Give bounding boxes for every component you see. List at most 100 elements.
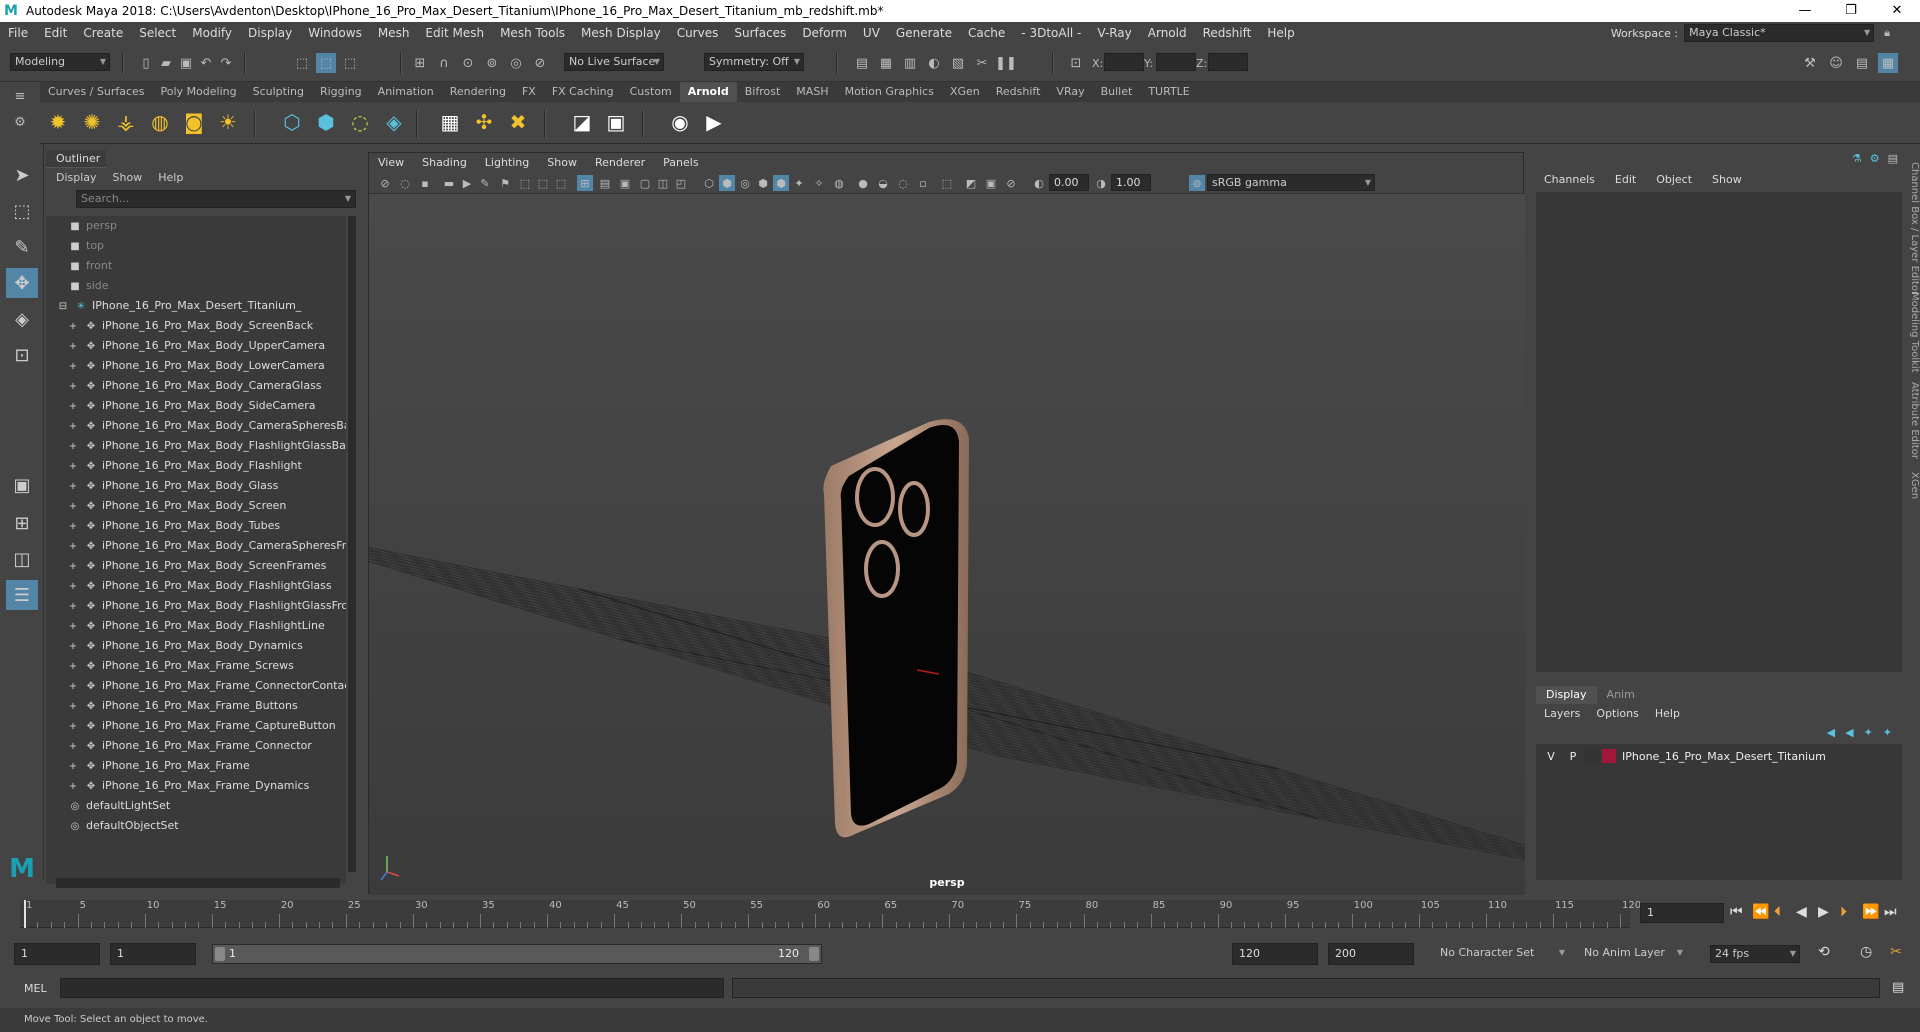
outliner-search-input[interactable]: Search... ▼ — [76, 190, 356, 208]
outliner-mesh-row[interactable]: + ✥ iPhone_16_Pro_Max_Body_CameraSpheresBa… — [46, 416, 346, 436]
menu-item[interactable]: Curves — [669, 22, 727, 44]
outliner-mesh-row[interactable]: + ✥ iPhone_16_Pro_Max_Frame — [46, 756, 346, 776]
exposure-reset-icon[interactable]: ⊘ — [1003, 175, 1019, 191]
shelf-tab[interactable]: TURTLE — [1140, 82, 1197, 102]
outliner-mesh-row[interactable]: + ✥ iPhone_16_Pro_Max_Frame_ConnectorConta… — [46, 676, 346, 696]
z-field[interactable] — [1208, 53, 1248, 71]
expand-icon[interactable]: + — [66, 517, 80, 536]
fps-dropdown[interactable]: 24 fps — [1710, 945, 1800, 963]
shelf-tab[interactable]: Arnold — [679, 82, 737, 102]
collapse-icon[interactable]: ⊟ — [56, 297, 70, 316]
ai-skydome-light-icon[interactable]: ◍ — [146, 108, 174, 136]
ai-tx-manager-icon[interactable]: ✣ — [470, 108, 498, 136]
outliner-mesh-row[interactable]: + ✥ iPhone_16_Pro_Max_Body_CameraGlass — [46, 376, 346, 396]
expand-icon[interactable]: + — [66, 597, 80, 616]
expand-icon[interactable]: + — [66, 417, 80, 436]
layer-menu-item[interactable]: Help — [1647, 704, 1688, 724]
anim-tab[interactable]: Anim — [1597, 686, 1645, 704]
ai-volume-icon[interactable]: ⬢ — [312, 108, 340, 136]
new-scene-icon[interactable]: ▯ — [136, 53, 156, 73]
menu-item[interactable]: Edit Mesh — [417, 22, 492, 44]
shelf-tab[interactable]: Rigging — [312, 82, 370, 102]
current-time-indicator[interactable] — [24, 900, 26, 928]
xray-joints-icon[interactable]: ▫ — [915, 175, 931, 191]
outliner-camera-row[interactable]: ■ persp — [46, 216, 346, 236]
outliner-mesh-row[interactable]: + ✥ iPhone_16_Pro_Max_Frame_Buttons — [46, 696, 346, 716]
menu-item[interactable]: Edit — [36, 22, 75, 44]
channel-menu-item[interactable]: Channels — [1534, 170, 1605, 190]
shelf-tab[interactable]: Redshift — [988, 82, 1049, 102]
exposure-icon[interactable]: ◐ — [1031, 175, 1047, 191]
step-back-icon[interactable]: ⏪ — [1752, 904, 1769, 920]
outliner-mesh-row[interactable]: + ✥ iPhone_16_Pro_Max_Body_Dynamics — [46, 636, 346, 656]
loop-icon[interactable]: ⟲ — [1818, 944, 1830, 960]
expand-icon[interactable]: + — [66, 577, 80, 596]
menu-item[interactable]: - 3DtoAll - — [1013, 22, 1089, 44]
redo-icon[interactable]: ↷ — [216, 53, 236, 73]
script-editor-icon[interactable]: ▤ — [1892, 980, 1904, 995]
arnold-render-icon[interactable]: ✂ — [972, 53, 992, 73]
side-tab[interactable]: Channel Box / Layer Editor — [1906, 162, 1920, 295]
layer-menu-item[interactable]: Layers — [1536, 704, 1588, 724]
viewport-menu-item[interactable]: View — [369, 153, 413, 172]
play-back-icon[interactable]: ◀ — [1796, 904, 1807, 920]
maximize-button[interactable]: ❐ — [1828, 0, 1874, 22]
expand-icon[interactable]: + — [66, 457, 80, 476]
command-input[interactable] — [60, 978, 724, 998]
outliner-mesh-row[interactable]: + ✥ iPhone_16_Pro_Max_Body_CameraSpheresFr… — [46, 536, 346, 556]
render-settings-icon[interactable]: ▥ — [900, 53, 920, 73]
colorspace-dropdown[interactable]: sRGB gamma — [1207, 174, 1375, 191]
expand-icon[interactable]: + — [66, 717, 80, 736]
range-slider-bar[interactable]: 1 120 — [212, 944, 822, 964]
current-frame-field[interactable]: 1 — [1640, 903, 1724, 923]
shelf-gear-icon[interactable]: ⚙ — [10, 112, 30, 132]
lasso-tool-icon[interactable]: ⬚ — [6, 196, 38, 226]
display-tab[interactable]: Display — [1536, 686, 1597, 704]
grid-icon[interactable]: ⊞ — [577, 175, 593, 191]
menu-item[interactable]: Select — [131, 22, 184, 44]
expand-icon[interactable]: + — [66, 697, 80, 716]
character-controls-icon[interactable]: ☺ — [1826, 53, 1846, 73]
expand-icon[interactable]: + — [66, 317, 80, 336]
ai-flush-cache-icon[interactable]: ✖ — [504, 108, 532, 136]
ai-area-light-icon[interactable]: ✹ — [44, 108, 72, 136]
expand-icon[interactable]: + — [66, 437, 80, 456]
expand-icon[interactable]: + — [66, 557, 80, 576]
hud-icon[interactable]: ▣ — [983, 175, 999, 191]
layer-reference-toggle[interactable] — [1584, 749, 1600, 763]
move-layer-up-icon[interactable]: ◀ — [1827, 726, 1835, 739]
menu-item[interactable]: Mesh Tools — [492, 22, 573, 44]
viewport-menu-item[interactable]: Panels — [654, 153, 707, 172]
channel-box-icon[interactable]: ▦ — [1878, 53, 1898, 73]
shelf-tab[interactable]: MASH — [788, 82, 836, 102]
ai-curve-collector-icon[interactable]: ◌ — [346, 108, 374, 136]
xray-active-icon[interactable]: ⬚ — [939, 175, 955, 191]
outliner-menu-item[interactable]: Show — [113, 168, 143, 188]
menu-item[interactable]: Arnold — [1140, 22, 1195, 44]
expand-icon[interactable]: + — [66, 377, 80, 396]
resolution-gate-icon[interactable]: ⬚ — [535, 175, 551, 191]
outliner-mesh-row[interactable]: + ✥ iPhone_16_Pro_Max_Body_Glass — [46, 476, 346, 496]
shelf-tab[interactable]: Bullet — [1093, 82, 1141, 102]
open-scene-icon[interactable]: ▰ — [156, 53, 176, 73]
menu-item[interactable]: Mesh Display — [573, 22, 669, 44]
snap-curve-icon[interactable]: ∩ — [434, 53, 454, 73]
outliner-camera-row[interactable]: ■ top — [46, 236, 346, 256]
menu-item[interactable]: Create — [75, 22, 131, 44]
viewport-menu-item[interactable]: Lighting — [476, 153, 538, 172]
color-management-icon[interactable]: ⊚ — [1189, 175, 1205, 191]
character-set-dropdown[interactable]: No Character Set — [1432, 945, 1568, 963]
outliner-layout-icon[interactable]: ☰ — [6, 580, 38, 610]
snap-surface-icon[interactable]: ◎ — [506, 53, 526, 73]
auto-key-icon[interactable]: ◷ — [1860, 944, 1872, 960]
menu-set-dropdown[interactable]: Modeling — [10, 53, 110, 71]
anti-aliasing-icon[interactable]: ● — [855, 175, 871, 191]
expand-icon[interactable]: + — [66, 497, 80, 516]
side-tab[interactable]: Attribute Editor — [1906, 382, 1920, 459]
range-end-handle[interactable] — [809, 947, 819, 961]
x-field[interactable] — [1104, 53, 1144, 71]
shelf-tab[interactable]: XGen — [942, 82, 988, 102]
outliner-mesh-row[interactable]: + ✥ iPhone_16_Pro_Max_Body_FlashlightLine — [46, 616, 346, 636]
channel-menu-item[interactable]: Show — [1702, 170, 1752, 190]
layer-color-swatch[interactable] — [1602, 749, 1616, 763]
